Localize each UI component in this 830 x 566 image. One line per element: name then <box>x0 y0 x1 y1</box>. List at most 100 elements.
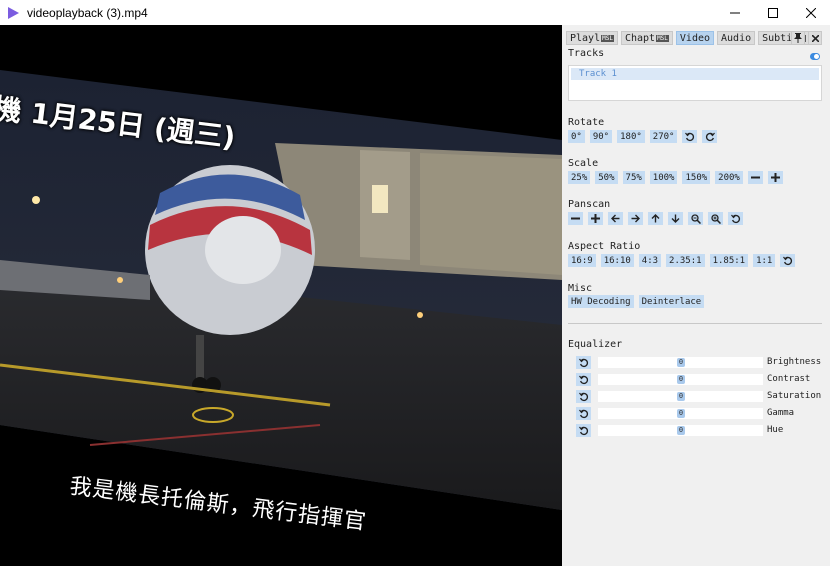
maximize-button[interactable] <box>754 0 792 25</box>
hue-slider[interactable]: 0 <box>598 425 763 436</box>
plus-icon <box>770 173 780 182</box>
tab-chapters[interactable]: Chapt MSL <box>620 31 673 45</box>
tab-label: Chapt <box>624 32 656 44</box>
contrast-label: Contrast <box>767 374 811 384</box>
panscan-label: Panscan <box>568 199 611 210</box>
app-play-icon <box>8 6 19 19</box>
misc-label: Misc <box>568 283 593 294</box>
video-settings-panel: PlaylMSL ChaptMSL Video Audio SubtiMSL T… <box>562 25 830 566</box>
scale-25-button[interactable]: 25% <box>568 171 591 184</box>
misc-buttons: HW Decoding Deinterlace <box>568 295 705 308</box>
zoom-in-icon <box>710 213 721 224</box>
tab-label: Playl <box>570 32 601 44</box>
tab-label: Audio <box>721 32 752 44</box>
hue-reset-button[interactable] <box>576 424 591 437</box>
aspect-2-35-button[interactable]: 2.35:1 <box>666 254 705 267</box>
scale-50-button[interactable]: 50% <box>595 171 618 184</box>
track-item[interactable]: Track 1 <box>571 68 819 80</box>
hue-label: Hue <box>767 425 784 435</box>
rotate-180-button[interactable]: 180° <box>617 130 645 143</box>
saturation-slider[interactable]: 0 <box>598 391 763 402</box>
tracks-label: Tracks <box>568 48 605 59</box>
reset-icon <box>730 214 740 223</box>
pan-up-button[interactable] <box>648 212 663 225</box>
aspect-1-1-button[interactable]: 1:1 <box>753 254 776 267</box>
rotate-label: Rotate <box>568 117 605 128</box>
rotate-cw-icon <box>705 132 715 141</box>
pin-icon <box>794 33 802 43</box>
pan-down-button[interactable] <box>668 212 683 225</box>
rotate-90-button[interactable]: 90° <box>589 130 613 143</box>
slider-knob[interactable]: 0 <box>677 358 685 367</box>
slider-knob[interactable]: 0 <box>677 392 685 401</box>
brightness-label: Brightness <box>767 357 822 367</box>
hw-decoding-button[interactable]: HW Decoding <box>568 295 634 308</box>
aspect-1-85-button[interactable]: 1.85:1 <box>709 254 749 267</box>
scale-200-button[interactable]: 200% <box>715 171 743 184</box>
contrast-slider[interactable]: 0 <box>598 374 763 385</box>
close-button[interactable] <box>792 0 830 25</box>
section-divider <box>568 323 822 324</box>
pin-button[interactable] <box>791 31 805 45</box>
slider-knob[interactable]: 0 <box>677 409 685 418</box>
scale-75-button[interactable]: 75% <box>622 171 645 184</box>
aspect-16-9-button[interactable]: 16:9 <box>568 254 596 267</box>
rotate-right-button[interactable] <box>702 130 718 143</box>
gamma-reset-button[interactable] <box>576 407 591 420</box>
reset-icon <box>578 392 588 401</box>
rotate-buttons: 0° 90° 180° 270° <box>568 130 718 143</box>
contrast-reset-button[interactable] <box>576 373 591 386</box>
rotate-ccw-icon <box>685 132 695 141</box>
maximize-icon <box>768 7 778 18</box>
zoom-in-button[interactable] <box>708 212 723 225</box>
scale-up-button[interactable] <box>767 171 783 184</box>
tracks-toggle[interactable] <box>810 53 820 60</box>
aspect-4-3-button[interactable]: 4:3 <box>638 254 662 267</box>
reset-icon <box>578 426 588 435</box>
zoom-out-button[interactable] <box>688 212 703 225</box>
brightness-reset-button[interactable] <box>576 356 591 369</box>
scale-100-button[interactable]: 100% <box>649 171 678 184</box>
slider-knob[interactable]: 0 <box>677 375 685 384</box>
scale-down-button[interactable] <box>747 171 763 184</box>
deinterlace-button[interactable]: Deinterlace <box>638 295 705 308</box>
rotate-270-button[interactable]: 270° <box>649 130 678 143</box>
brightness-slider[interactable]: 0 <box>598 357 763 368</box>
tab-playlist[interactable]: Playl MSL <box>566 31 618 45</box>
panscan-reset-button[interactable] <box>728 212 743 225</box>
tab-badge: MSL <box>601 34 614 42</box>
equalizer-row-contrast: 0 Contrast <box>574 373 824 386</box>
pan-right-button[interactable] <box>628 212 643 225</box>
video-viewport[interactable]: 機 1月25日 (週三) 我是機長托倫斯，飛行指揮官 <box>0 25 562 566</box>
rotate-left-button[interactable] <box>682 130 698 143</box>
gamma-slider[interactable]: 0 <box>598 408 763 419</box>
slider-knob[interactable]: 0 <box>677 426 685 435</box>
pan-left-button[interactable] <box>608 212 623 225</box>
title-bar: videoplayback (3).mp4 <box>0 0 830 25</box>
panel-tabs: PlaylMSL ChaptMSL Video Audio SubtiMSL <box>566 31 811 45</box>
panel-close-button[interactable] <box>808 31 822 45</box>
aspect-reset-button[interactable] <box>780 254 796 267</box>
tab-audio[interactable]: Audio <box>717 31 756 45</box>
panscan-plus-button[interactable] <box>588 212 603 225</box>
tab-badge: MSL <box>656 34 669 42</box>
saturation-label: Saturation <box>767 391 822 401</box>
saturation-reset-button[interactable] <box>576 390 591 403</box>
minimize-icon <box>730 12 740 13</box>
tab-label: Subti <box>762 32 793 44</box>
reset-icon <box>578 375 588 384</box>
scale-150-button[interactable]: 150% <box>682 171 711 184</box>
aspect-16-10-button[interactable]: 16:10 <box>600 254 634 267</box>
reset-icon <box>578 358 588 367</box>
tab-video[interactable]: Video <box>675 31 715 45</box>
minimize-button[interactable] <box>716 0 754 25</box>
panscan-minus-button[interactable] <box>568 212 583 225</box>
aspect-ratio-label: Aspect Ratio <box>568 241 641 252</box>
gamma-label: Gamma <box>767 408 795 418</box>
scale-label: Scale <box>568 158 599 169</box>
equalizer-row-hue: 0 Hue <box>574 424 824 437</box>
close-icon <box>811 34 819 42</box>
equalizer-row-saturation: 0 Saturation <box>574 390 824 403</box>
reset-icon <box>578 409 588 418</box>
rotate-0-button[interactable]: 0° <box>568 130 585 143</box>
